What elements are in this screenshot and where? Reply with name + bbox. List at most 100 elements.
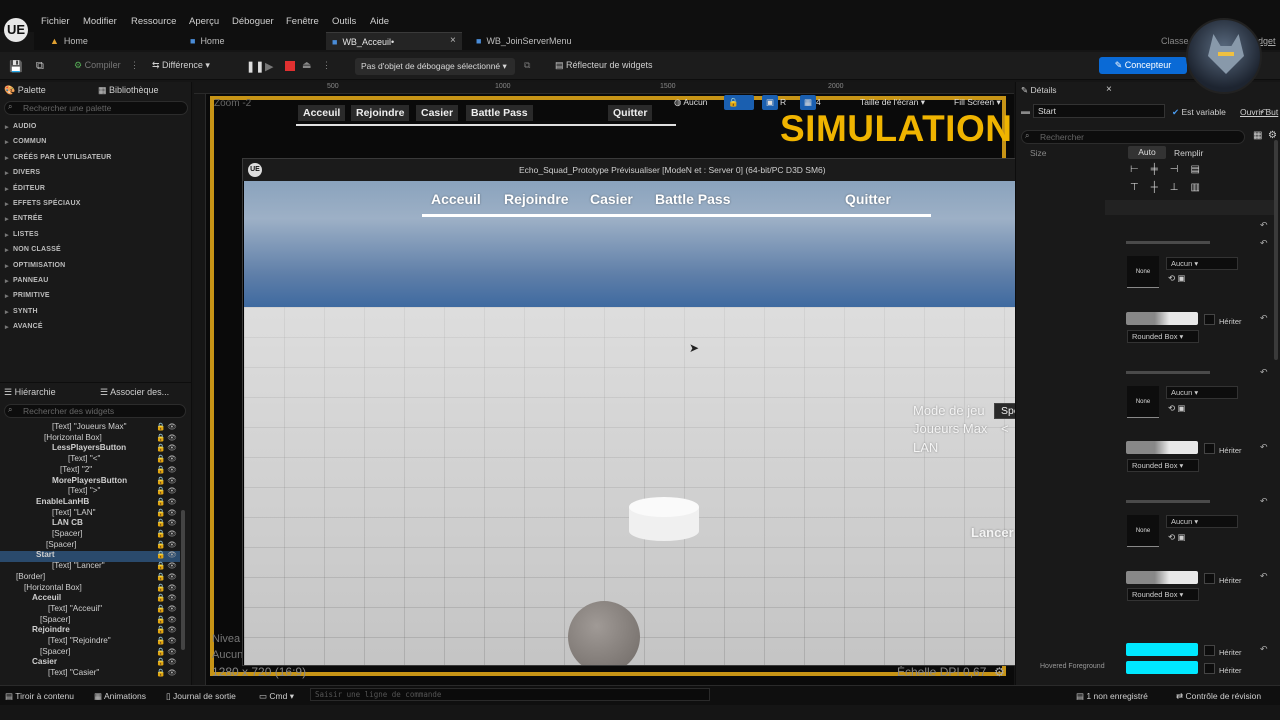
visibility-lock-icon[interactable]: 🔒 👁 bbox=[156, 497, 177, 506]
category-optimisation[interactable]: OPTIMISATION bbox=[5, 262, 65, 270]
canvas-nav-quitter[interactable]: Quitter bbox=[608, 105, 653, 121]
visibility-lock-icon[interactable]: 🔒 👁 bbox=[156, 433, 177, 442]
color-swatch-cyan[interactable] bbox=[1126, 643, 1198, 656]
play-options-icon[interactable]: ⋮ bbox=[322, 60, 331, 71]
nav-rejoindre-button[interactable]: Rejoindre bbox=[504, 191, 569, 207]
tree-item[interactable]: Rejoindre bbox=[32, 625, 70, 634]
visibility-lock-icon[interactable]: 🔒 👁 bbox=[156, 668, 177, 677]
canvas-nav-rejoindre[interactable]: Rejoindre bbox=[351, 105, 410, 121]
tree-item[interactable]: Acceuil bbox=[32, 593, 61, 602]
inherit-checkbox[interactable]: Hériter bbox=[1204, 314, 1242, 326]
inherit-checkbox[interactable]: Hériter bbox=[1204, 443, 1242, 455]
size-fill-toggle[interactable]: Remplir bbox=[1174, 148, 1203, 158]
tree-item[interactable]: [Text] "Acceuil" bbox=[48, 604, 102, 613]
visibility-lock-icon[interactable]: 🔒 👁 bbox=[156, 476, 177, 485]
visibility-lock-icon[interactable]: 🔒 👁 bbox=[156, 657, 177, 666]
tree-item[interactable]: [Text] "2" bbox=[60, 465, 92, 474]
fill-screen-select[interactable]: Fill Screen ▾ bbox=[954, 95, 1001, 110]
category-primitive[interactable]: PRIMITIVE bbox=[5, 292, 50, 300]
image-select-normal[interactable]: Aucun ▾ bbox=[1166, 257, 1238, 270]
menu-fenetre[interactable]: Fenêtre bbox=[286, 16, 319, 27]
visibility-lock-icon[interactable]: 🔒 👁 bbox=[156, 572, 177, 581]
tree-item[interactable]: [Border] bbox=[16, 572, 45, 581]
image-slot-hovered[interactable]: None bbox=[1127, 386, 1159, 418]
visibility-lock-icon[interactable]: 🔒 👁 bbox=[156, 540, 177, 549]
close-details-icon[interactable]: × bbox=[1106, 84, 1112, 95]
tab-palette[interactable]: 🎨 Palette bbox=[4, 85, 46, 96]
respect-lock-toggle[interactable]: ▣ bbox=[762, 95, 779, 110]
inherit-checkbox[interactable]: Hériter bbox=[1204, 645, 1242, 657]
image-select-pressed[interactable]: Aucun ▾ bbox=[1166, 515, 1238, 528]
category-user-created[interactable]: CRÉÉS PAR L'UTILISATEUR bbox=[5, 154, 112, 162]
save-icon[interactable]: 💾 bbox=[9, 60, 23, 73]
visibility-lock-icon[interactable]: 🔒 👁 bbox=[156, 508, 177, 517]
color-swatch-cyan[interactable] bbox=[1126, 661, 1198, 674]
unsaved-button[interactable]: ▤ 1 non enregistré bbox=[1076, 691, 1148, 702]
tree-item[interactable]: [Spacer] bbox=[40, 647, 71, 656]
screen-size-select[interactable]: Taille de l'écran ▾ bbox=[860, 95, 925, 110]
tab-wb-joinservermenu[interactable]: ■ WB_JoinServerMenu bbox=[470, 32, 610, 50]
image-slot-normal[interactable]: None bbox=[1127, 256, 1159, 288]
eject-icon[interactable]: ⏏ bbox=[302, 60, 311, 71]
menu-fichier[interactable]: Fichier bbox=[41, 16, 70, 27]
reset-arrow-icon[interactable]: ⟲ ▣ bbox=[1168, 403, 1186, 414]
reset-arrow-icon[interactable]: ⟲ ▣ bbox=[1168, 273, 1186, 284]
visibility-lock-icon[interactable]: 🔒 👁 bbox=[156, 636, 177, 645]
category-effets-speciaux[interactable]: EFFETS SPÉCIAUX bbox=[5, 200, 81, 208]
inherit-checkbox[interactable]: Hériter bbox=[1204, 573, 1242, 585]
tint-swatch-hovered[interactable] bbox=[1126, 441, 1198, 454]
category-listes[interactable]: LISTES bbox=[5, 231, 39, 239]
close-tab-icon[interactable]: × bbox=[450, 35, 456, 46]
debug-browse-icon[interactable]: ⧉ bbox=[524, 60, 530, 71]
reset-icon[interactable]: ↶ bbox=[1260, 220, 1268, 231]
content-drawer-button[interactable]: ▤ Tiroir à contenu bbox=[5, 691, 74, 702]
table-view-icon[interactable]: ▦ bbox=[1253, 130, 1262, 141]
reset-icon[interactable]: ↶ bbox=[1260, 442, 1268, 453]
tree-item[interactable]: [Text] "Lancer" bbox=[52, 561, 105, 570]
compile-button[interactable]: ⚙ Compiler bbox=[74, 60, 121, 71]
visibility-lock-icon[interactable]: 🔒 👁 bbox=[156, 604, 177, 613]
difference-button[interactable]: ⇆ Différence ▾ bbox=[152, 60, 210, 71]
launch-button[interactable]: Lancer bbox=[971, 525, 1014, 540]
visibility-lock-icon[interactable]: 🔒 👁 bbox=[156, 529, 177, 538]
tab-bibliotheque[interactable]: ▦ Bibliothèque bbox=[98, 85, 159, 96]
menu-deboguer[interactable]: Déboguer bbox=[232, 16, 274, 27]
tree-item[interactable]: EnableLanHB bbox=[36, 497, 89, 506]
reset-icon[interactable]: ↶ bbox=[1260, 107, 1268, 118]
reset-icon[interactable]: ↶ bbox=[1260, 367, 1268, 378]
tint-swatch-normal[interactable] bbox=[1126, 312, 1198, 325]
tree-item[interactable]: [Text] "Joueurs Max" bbox=[52, 422, 127, 431]
tree-item[interactable]: Casier bbox=[32, 657, 57, 666]
draw-as-select-pressed[interactable]: Rounded Box ▾ bbox=[1127, 588, 1199, 601]
less-players-button[interactable]: < bbox=[1001, 421, 1009, 436]
tree-item[interactable]: [Horizontal Box] bbox=[44, 433, 102, 442]
tab-home-1[interactable]: ▲ Home bbox=[44, 32, 174, 50]
widget-search-input[interactable]: Rechercher des widgets bbox=[4, 404, 186, 418]
tree-item[interactable]: [Text] ">" bbox=[68, 486, 100, 495]
pause-icon[interactable]: ❚❚ bbox=[246, 60, 264, 73]
reset-icon[interactable]: ↶ bbox=[1260, 496, 1268, 507]
nav-acceuil-button[interactable]: Acceuil bbox=[431, 191, 481, 207]
tree-item[interactable]: [Spacer] bbox=[40, 615, 71, 624]
localization-button[interactable]: ◍ Aucun bbox=[674, 95, 707, 110]
output-log-button[interactable]: ▯ Journal de sortie bbox=[166, 691, 236, 702]
grid-size[interactable]: 4 bbox=[816, 95, 821, 110]
hierarchy-scrollbar[interactable] bbox=[181, 510, 185, 650]
tree-item[interactable]: [Spacer] bbox=[52, 529, 83, 538]
tree-item[interactable]: [Text] "Rejoindre" bbox=[48, 636, 111, 645]
preview-window[interactable]: UE Echo_Squad_Prototype Prévisualiser [M… bbox=[242, 158, 1104, 666]
grid-toggle[interactable]: ▦ bbox=[800, 95, 817, 110]
tree-item[interactable]: [Text] "LAN" bbox=[52, 508, 96, 517]
category-panneau[interactable]: PANNEAU bbox=[5, 277, 49, 285]
reset-arrow-icon[interactable]: ⟲ ▣ bbox=[1168, 532, 1186, 543]
category-divers[interactable]: DIVERS bbox=[5, 169, 40, 177]
menu-ressource[interactable]: Ressource bbox=[131, 16, 176, 27]
tree-item[interactable]: MorePlayersButton bbox=[52, 476, 127, 485]
reset-icon[interactable]: ↶ bbox=[1260, 644, 1268, 655]
reset-icon[interactable]: ↶ bbox=[1260, 571, 1268, 582]
category-audio[interactable]: AUDIO bbox=[5, 123, 37, 131]
browse-icon[interactable]: ⧉ bbox=[36, 60, 44, 73]
image-slot-pressed[interactable]: None bbox=[1127, 515, 1159, 547]
tree-item[interactable]: [Text] "<" bbox=[68, 454, 100, 463]
tree-item[interactable]: [Spacer] bbox=[46, 540, 77, 549]
